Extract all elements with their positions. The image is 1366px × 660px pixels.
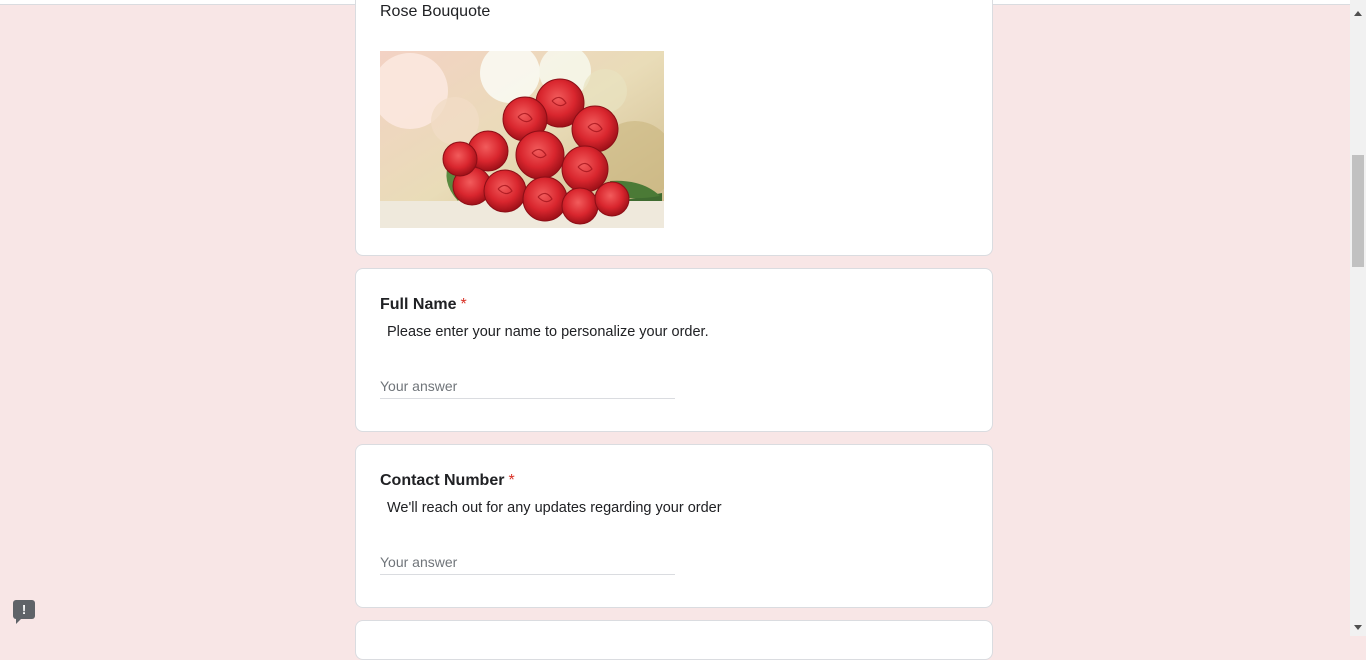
- question-card-contact-number: Contact Number * We'll reach out for any …: [355, 444, 993, 608]
- image-title: Rose Bouquote: [380, 3, 491, 20]
- required-marker: *: [460, 296, 467, 313]
- question-title-text: Full Name: [380, 296, 457, 313]
- scroll-thumb[interactable]: [1352, 155, 1364, 267]
- question-card-full-name: Full Name * Please enter your name to per…: [355, 268, 993, 432]
- question-description: We'll reach out for any updates regardin…: [387, 500, 722, 516]
- contact-number-input[interactable]: [380, 550, 675, 575]
- question-description: Please enter your name to personalize yo…: [387, 324, 709, 340]
- question-title: Full Name *: [380, 296, 467, 314]
- required-marker: *: [508, 472, 515, 489]
- vertical-scrollbar[interactable]: [1350, 0, 1366, 636]
- full-name-input[interactable]: [380, 374, 675, 399]
- report-icon[interactable]: !: [13, 600, 35, 624]
- question-title: Contact Number *: [380, 472, 515, 490]
- next-question-card: [355, 620, 993, 660]
- scroll-down-icon[interactable]: [1354, 625, 1362, 630]
- scroll-up-icon[interactable]: [1354, 11, 1362, 16]
- image-card: Rose Bouquote: [355, 0, 993, 256]
- question-title-text: Contact Number: [380, 472, 505, 489]
- rose-bouquet-image: [380, 51, 664, 228]
